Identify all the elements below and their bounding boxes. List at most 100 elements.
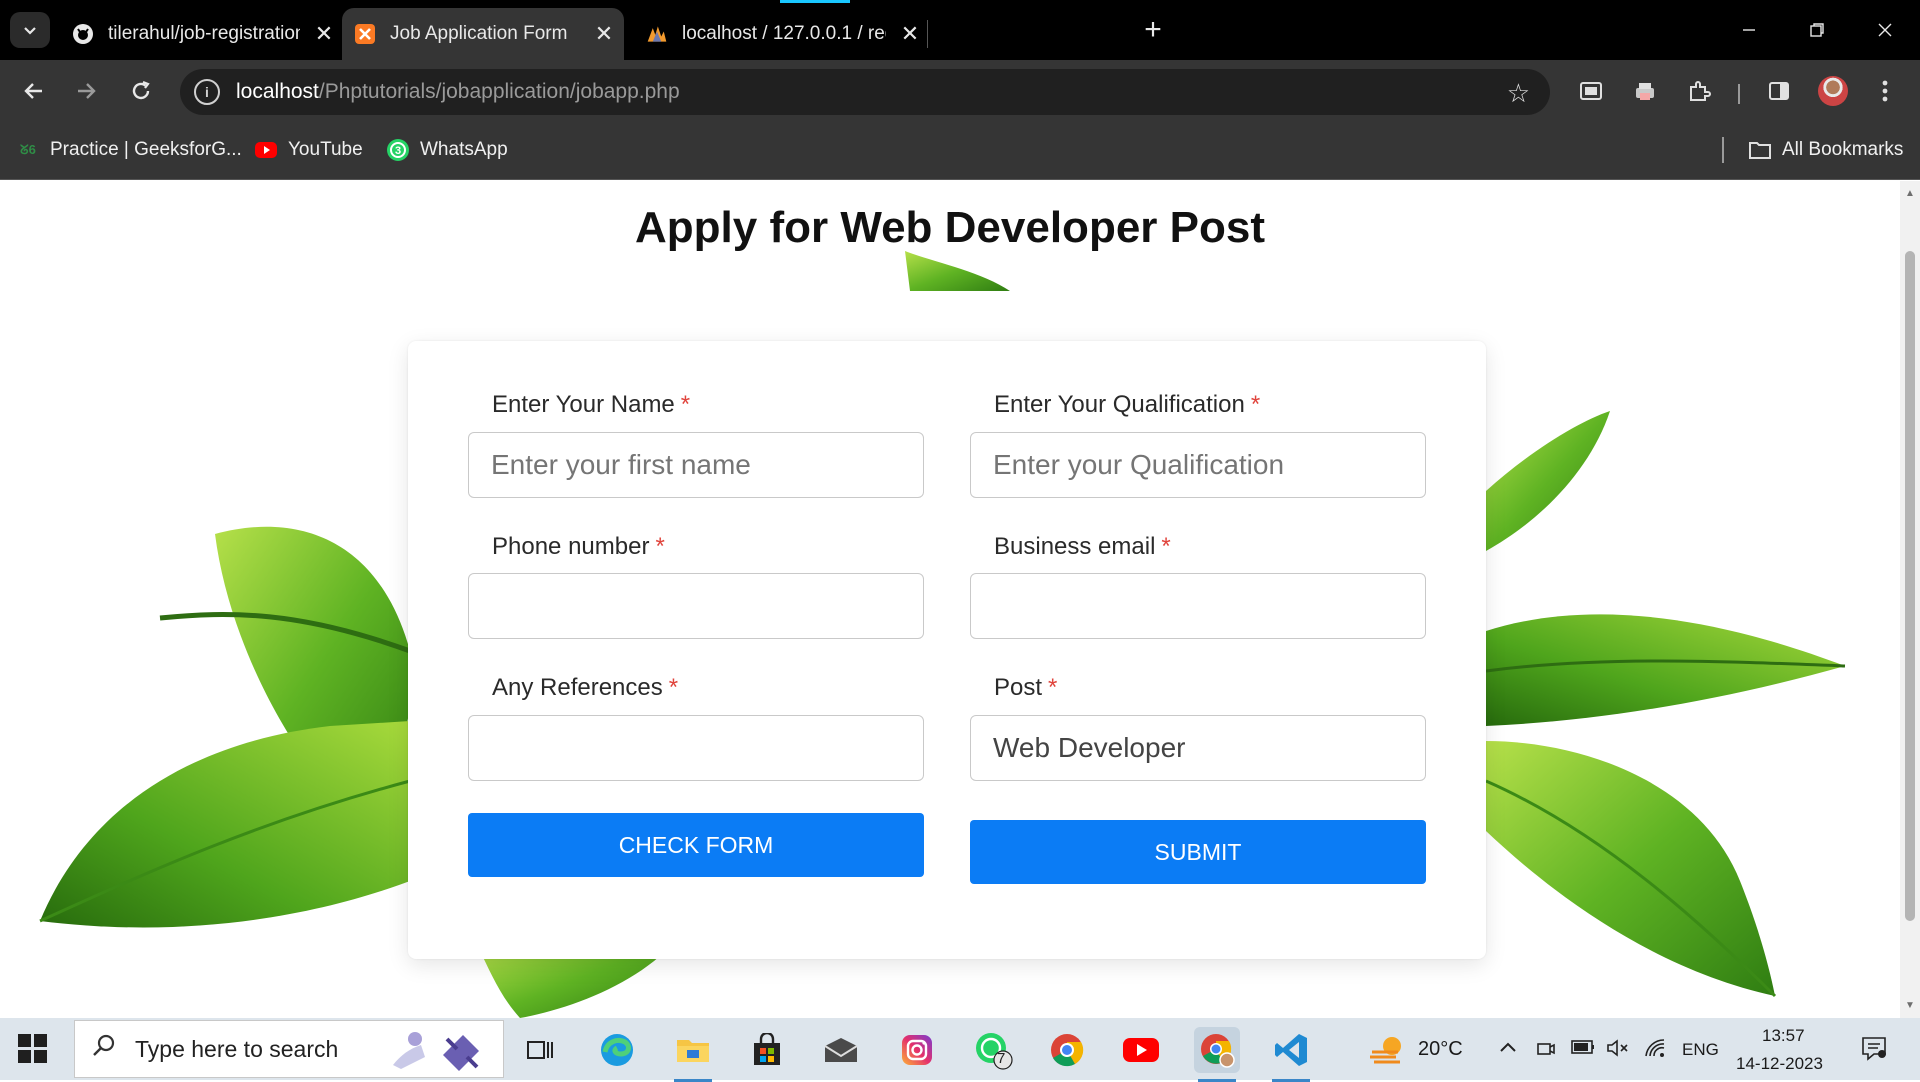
chevron-up-icon[interactable] xyxy=(1498,1038,1518,1061)
microsoft-store-icon[interactable] xyxy=(744,1027,790,1073)
windows-start-button[interactable] xyxy=(18,1034,48,1064)
search-highlight-image xyxy=(393,1032,479,1071)
forward-button[interactable] xyxy=(70,74,104,108)
bookmark-youtube[interactable]: YouTube xyxy=(254,138,363,162)
bookmarks-bar: ᘜ6 Practice | GeeksforG... YouTube 3 Wha… xyxy=(0,120,1920,180)
restore-icon xyxy=(1810,23,1824,37)
required-mark: * xyxy=(680,391,691,418)
task-view-icon[interactable] xyxy=(518,1027,564,1073)
windows-taskbar: Type here to search 7 20°C ENG 13:57 14-… xyxy=(0,1018,1920,1082)
restore-button[interactable] xyxy=(1794,10,1840,50)
youtube-taskbar-icon[interactable] xyxy=(1118,1027,1164,1073)
post-label: Post * xyxy=(994,674,1058,701)
scroll-thumb[interactable] xyxy=(1905,251,1915,921)
all-bookmarks-folder[interactable]: All Bookmarks xyxy=(1748,138,1903,162)
scroll-up-arrow-icon[interactable]: ▲ xyxy=(1904,187,1916,199)
references-input[interactable] xyxy=(468,715,924,781)
phone-input[interactable] xyxy=(468,573,924,639)
url-text[interactable]: localhost/Phptutorials/jobapplication/jo… xyxy=(236,80,680,104)
job-application-form: Enter Your Name* Enter Your Qualificatio… xyxy=(408,341,1486,959)
file-explorer-icon[interactable] xyxy=(670,1027,716,1082)
whatsapp-taskbar-icon[interactable]: 7 xyxy=(970,1027,1016,1073)
phone-label: Phone number * xyxy=(492,533,665,560)
bookmark-label: WhatsApp xyxy=(420,139,508,160)
weather-icon[interactable] xyxy=(1368,1030,1408,1068)
scroll-down-arrow-icon[interactable]: ▼ xyxy=(1904,999,1916,1011)
volume-muted-icon[interactable] xyxy=(1606,1038,1630,1064)
minimize-icon xyxy=(1743,29,1755,31)
xampp-icon xyxy=(354,23,376,45)
name-label: Enter Your Name * xyxy=(492,391,691,418)
close-icon[interactable]: ✕ xyxy=(896,20,924,48)
page-scrollbar[interactable]: ▲ ▼ xyxy=(1900,181,1920,1018)
github-icon xyxy=(72,23,94,45)
wifi-icon[interactable] xyxy=(1644,1038,1668,1064)
gfg-icon: ᘜ6 xyxy=(20,142,36,157)
taskbar-search-box[interactable]: Type here to search xyxy=(74,1020,504,1078)
mail-icon[interactable] xyxy=(818,1027,864,1073)
clock-date[interactable]: 14-12-2023 xyxy=(1736,1054,1823,1074)
meet-now-icon[interactable] xyxy=(1536,1038,1556,1066)
site-info-icon[interactable]: i xyxy=(194,79,220,105)
chrome-profile-icon[interactable] xyxy=(1194,1027,1240,1082)
close-icon xyxy=(1878,23,1892,37)
business-email-input[interactable] xyxy=(970,573,1426,639)
chevron-down-icon xyxy=(24,27,36,35)
instagram-icon[interactable] xyxy=(894,1027,940,1073)
close-icon[interactable]: ✕ xyxy=(310,20,338,48)
temperature-text: 20°C xyxy=(1418,1038,1463,1060)
reload-icon xyxy=(132,80,150,100)
qualification-label: Enter Your Qualification * xyxy=(994,391,1261,418)
close-icon[interactable]: ✕ xyxy=(590,20,618,48)
search-placeholder: Type here to search xyxy=(135,1035,339,1062)
bookmarks-divider xyxy=(1722,137,1724,163)
vscode-icon[interactable] xyxy=(1268,1027,1314,1082)
menu-icon[interactable] xyxy=(1870,76,1900,106)
profile-avatar[interactable] xyxy=(1818,76,1848,106)
bookmark-label: Practice | GeeksforG... xyxy=(50,139,242,160)
notifications-icon[interactable] xyxy=(1860,1034,1888,1068)
loading-indicator xyxy=(780,0,850,3)
back-button[interactable] xyxy=(16,74,50,108)
arrow-right-icon xyxy=(78,83,96,99)
tab-github[interactable]: tilerahul/job-registration-form ✕ xyxy=(58,8,338,60)
first-name-input[interactable] xyxy=(468,432,924,498)
extensions-icon[interactable] xyxy=(1684,76,1714,106)
bookmark-label: YouTube xyxy=(288,139,363,160)
media-icon[interactable] xyxy=(1576,76,1606,106)
side-panel-icon[interactable] xyxy=(1764,76,1794,106)
tab-phpmyadmin[interactable]: localhost / 127.0.0.1 / regform / ✕ xyxy=(634,8,924,60)
bookmark-star-icon[interactable]: ☆ xyxy=(1507,78,1530,109)
search-icon xyxy=(91,1033,117,1066)
toolbar-divider xyxy=(1738,84,1740,104)
post-input[interactable] xyxy=(970,715,1426,781)
tab-job-application[interactable]: Job Application Form ✕ xyxy=(342,8,624,60)
minimize-button[interactable] xyxy=(1726,10,1772,50)
whatsapp-icon: 3 xyxy=(386,138,410,162)
submit-button[interactable]: SUBMIT xyxy=(970,820,1426,884)
tab-search-button[interactable] xyxy=(10,12,50,48)
required-mark: * xyxy=(655,533,665,560)
battery-icon[interactable] xyxy=(1570,1038,1596,1062)
bookmark-whatsapp[interactable]: 3 WhatsApp xyxy=(386,138,508,162)
browser-toolbar: i localhost/Phptutorials/jobapplication/… xyxy=(0,60,1920,120)
email-label: Business email * xyxy=(994,533,1171,560)
qualification-input[interactable] xyxy=(970,432,1426,498)
address-bar[interactable]: i localhost/Phptutorials/jobapplication/… xyxy=(180,69,1550,115)
print-icon[interactable] xyxy=(1630,76,1660,106)
reload-button[interactable] xyxy=(124,74,158,108)
clock-time[interactable]: 13:57 xyxy=(1762,1026,1805,1046)
language-indicator[interactable]: ENG xyxy=(1682,1040,1719,1060)
tab-title: localhost / 127.0.0.1 / regform / xyxy=(682,23,886,44)
edge-icon[interactable] xyxy=(594,1027,640,1073)
tab-title: Job Application Form xyxy=(390,23,568,44)
check-form-button[interactable]: CHECK FORM xyxy=(468,813,924,877)
references-label: Any References * xyxy=(492,674,679,701)
bookmark-geeksforgeeks[interactable]: ᘜ6 Practice | GeeksforG... xyxy=(16,138,242,162)
svg-text:3: 3 xyxy=(395,145,401,157)
new-tab-button[interactable]: + xyxy=(1137,13,1169,46)
chrome-icon[interactable] xyxy=(1044,1027,1090,1073)
tab-title: tilerahul/job-registration-form xyxy=(108,23,300,44)
close-window-button[interactable] xyxy=(1862,10,1908,50)
tab-strip: tilerahul/job-registration-form ✕ Job Ap… xyxy=(0,0,1920,60)
